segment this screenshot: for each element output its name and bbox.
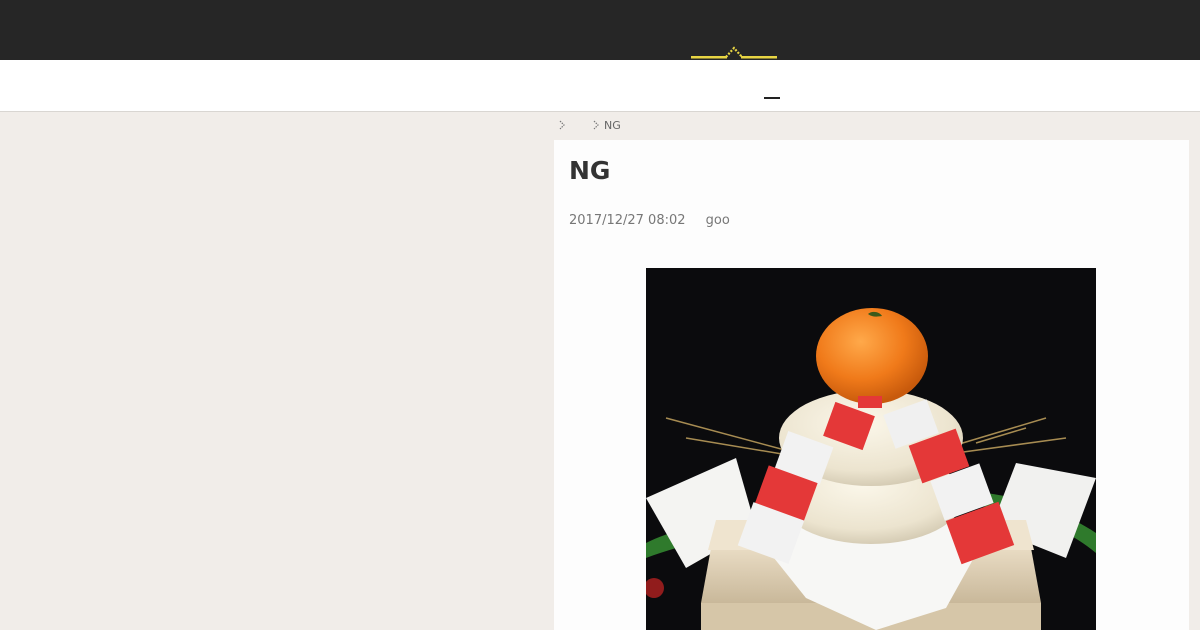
chevron-right-icon bbox=[559, 120, 565, 130]
site-header bbox=[0, 0, 1200, 60]
menu-dash-icon[interactable] bbox=[764, 97, 780, 99]
chevron-right-icon bbox=[593, 120, 599, 130]
article-meta: 2017/12/27 08:02 goo bbox=[569, 213, 730, 228]
mountain-logo-icon[interactable] bbox=[690, 44, 778, 60]
kagami-mochi-photo[interactable] bbox=[646, 268, 1096, 630]
navigation-bar bbox=[0, 60, 1200, 112]
breadcrumb-label: NG bbox=[604, 118, 621, 132]
article-category[interactable]: goo bbox=[706, 213, 730, 228]
breadcrumb-item-current[interactable]: NG bbox=[592, 119, 621, 132]
article-card: NG 2017/12/27 08:02 goo bbox=[554, 140, 1189, 630]
photo-illustration bbox=[646, 308, 1096, 630]
breadcrumb-item-home[interactable] bbox=[558, 120, 570, 130]
article-title: NG bbox=[569, 156, 611, 185]
article-date: 2017/12/27 08:02 bbox=[569, 213, 686, 228]
breadcrumb: NG bbox=[558, 116, 621, 134]
